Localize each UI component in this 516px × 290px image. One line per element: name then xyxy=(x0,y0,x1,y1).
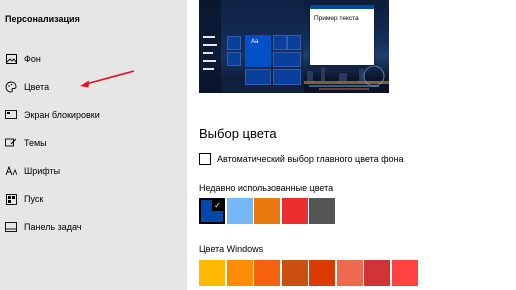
checkmark-icon: ✓ xyxy=(212,200,223,211)
windows-color-swatch[interactable] xyxy=(281,260,308,286)
color-section-title: Выбор цвета xyxy=(199,126,277,141)
sidebar-item-lock-screen[interactable]: Экран блокировки xyxy=(0,102,187,128)
sidebar-item-themes[interactable]: Темы xyxy=(0,130,187,156)
windows-color-swatch[interactable] xyxy=(226,260,253,286)
theme-preview: Aa Пример текста xyxy=(199,0,389,93)
sidebar-item-start[interactable]: Пуск xyxy=(0,186,187,212)
sidebar-item-label: Экран блокировки xyxy=(24,110,100,120)
preview-tile xyxy=(245,69,271,85)
preview-tile xyxy=(227,52,241,66)
recent-colors-title: Недавно использованные цвета xyxy=(199,183,334,193)
recent-color-swatch[interactable] xyxy=(226,198,253,224)
sidebar: Персонализация Фон Цвета Экран блокировк… xyxy=(0,0,187,290)
sidebar-item-label: Фон xyxy=(24,54,41,64)
auto-accent-checkbox[interactable] xyxy=(199,153,211,165)
windows-colors-title: Цвета Windows xyxy=(199,244,264,254)
sidebar-item-label: Панель задач xyxy=(24,222,82,232)
windows-color-swatch[interactable] xyxy=(199,260,225,286)
sidebar-title: Персонализация xyxy=(5,14,80,24)
preview-tile xyxy=(273,35,287,50)
recent-color-swatch[interactable] xyxy=(254,198,280,224)
recent-color-swatch[interactable]: ✓ xyxy=(199,198,225,224)
lock-screen-icon xyxy=(5,109,17,121)
preview-tile xyxy=(273,52,301,67)
main-panel: Aa Пример текста Выбор цвета Автоматичес… xyxy=(187,0,516,290)
start-sidebar-preview xyxy=(199,0,221,93)
brush-icon xyxy=(5,137,17,149)
preview-tile xyxy=(273,69,301,85)
preview-tile-label: Aa xyxy=(251,39,259,45)
windows-color-swatch[interactable] xyxy=(391,260,418,286)
windows-color-swatch[interactable] xyxy=(364,260,390,286)
sample-window-preview: Пример текста xyxy=(310,5,374,65)
windows-color-swatch[interactable] xyxy=(254,260,280,286)
font-icon xyxy=(5,165,17,177)
picture-icon xyxy=(5,53,17,65)
sidebar-item-label: Цвета xyxy=(24,82,50,92)
recent-color-swatch[interactable] xyxy=(309,198,335,224)
preview-tile xyxy=(287,35,301,50)
sidebar-item-background[interactable]: Фон xyxy=(0,46,187,72)
sidebar-item-label: Шрифты xyxy=(24,166,61,176)
auto-accent-label: Автоматический выбор главного цвета фона xyxy=(217,154,404,164)
preview-accent-tile: Aa xyxy=(245,35,271,67)
palette-icon xyxy=(5,81,17,93)
sample-text: Пример текста xyxy=(314,15,359,22)
sidebar-item-taskbar[interactable]: Панель задач xyxy=(0,214,187,240)
sidebar-item-label: Темы xyxy=(24,138,47,148)
windows-color-swatch[interactable] xyxy=(309,260,335,286)
recent-color-swatch[interactable] xyxy=(281,198,308,224)
start-icon xyxy=(5,193,17,205)
sidebar-item-label: Пуск xyxy=(24,194,44,204)
auto-accent-checkbox-row[interactable]: Автоматический выбор главного цвета фона xyxy=(199,153,404,165)
taskbar-icon xyxy=(5,221,17,233)
sidebar-item-fonts[interactable]: Шрифты xyxy=(0,158,187,184)
sidebar-item-colors[interactable]: Цвета xyxy=(0,74,187,100)
windows-color-swatch[interactable] xyxy=(336,260,363,286)
preview-tile xyxy=(227,36,241,50)
